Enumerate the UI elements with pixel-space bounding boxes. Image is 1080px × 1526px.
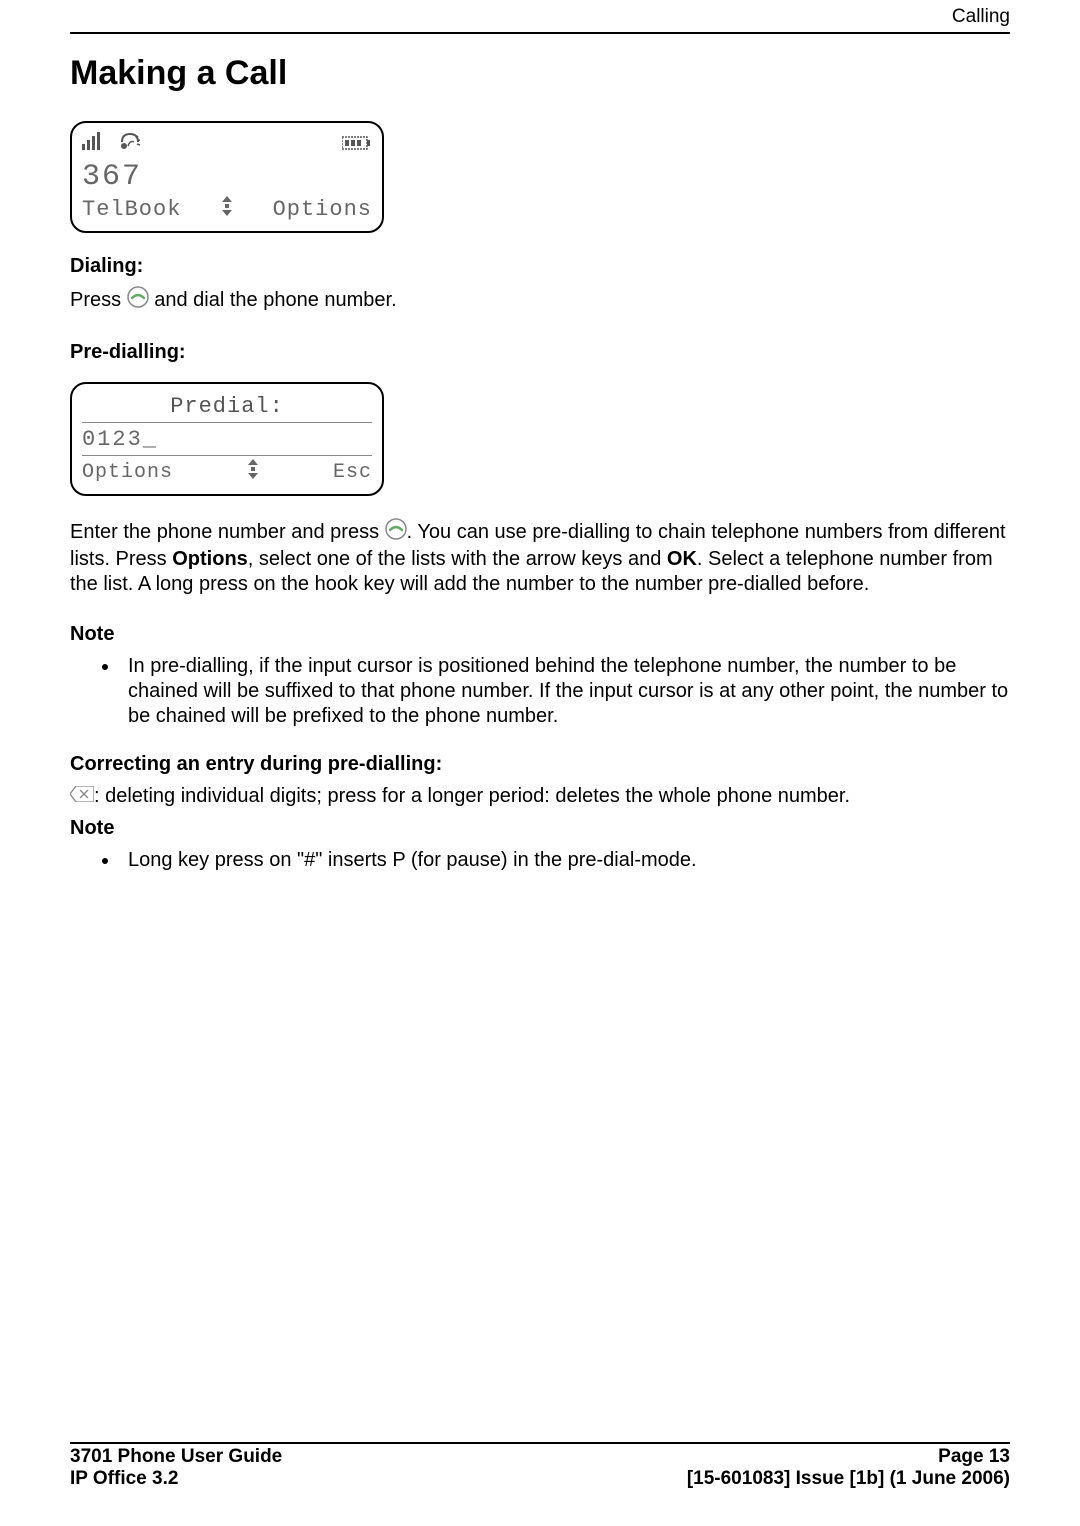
lcd-dialed-number: 367: [82, 160, 142, 194]
predial-paragraph: Enter the phone number and press . You c…: [70, 518, 1010, 597]
dialing-text: Press and dial the phone number.: [70, 286, 1010, 315]
delete-icon: [70, 784, 94, 809]
correcting-body: : deleting individual digits; press for …: [94, 785, 850, 807]
footer-right-2: [15-601083] Issue [1b] (1 June 2006): [687, 1468, 1010, 1490]
footer-row-1: 3701 Phone User Guide Page 13: [70, 1446, 1010, 1468]
lcd-predial-number-row: 0123_: [82, 423, 372, 455]
note-label-1: Note: [70, 623, 1010, 646]
note-bullet-1: In pre-dialling, if the input cursor is …: [120, 654, 1010, 729]
note-bullet-2: Long key press on "#" inserts P (for pau…: [120, 848, 1010, 873]
lcd-predial-left-softkey: Options: [82, 461, 173, 484]
footer-right-1: Page 13: [938, 1446, 1010, 1468]
lcd-screen-dialing: 367 TelBook Options: [70, 121, 384, 233]
arrows-icon: [246, 459, 260, 486]
page-title: Making a Call: [70, 54, 1010, 93]
lcd-right-softkey: Options: [273, 197, 372, 222]
battery-icon: [342, 133, 372, 158]
signal-icon: [82, 132, 104, 159]
lcd-predial-right-softkey: Esc: [333, 461, 372, 484]
footer-rule: [70, 1442, 1010, 1444]
lcd-number-row: 367: [82, 161, 372, 193]
dialing-label: Dialing:: [70, 255, 1010, 278]
hook-icon: [127, 286, 149, 315]
lcd-predial-title: Predial:: [82, 390, 372, 422]
note-label-2: Note: [70, 817, 1010, 840]
hook-icon: [385, 518, 407, 547]
footer-row-2: IP Office 3.2 [15-601083] Issue [1b] (1 …: [70, 1468, 1010, 1490]
predialling-label: Pre-dialling:: [70, 341, 1010, 364]
predial-text-before: Enter the phone number and press: [70, 521, 385, 543]
lcd-left-softkey: TelBook: [82, 197, 181, 222]
ear-icon: [118, 132, 142, 159]
lcd-predial-number: 0123_: [82, 427, 158, 452]
dialing-text-after: and dial the phone number.: [154, 289, 396, 311]
predial-options-bold: Options: [172, 548, 248, 570]
predial-ok-bold: OK: [667, 548, 697, 570]
correcting-text: : deleting individual digits; press for …: [70, 784, 1010, 809]
footer-left-1: 3701 Phone User Guide: [70, 1446, 282, 1468]
header-rule: [70, 32, 1010, 34]
note-list-1: In pre-dialling, if the input cursor is …: [120, 654, 1010, 729]
footer-left-2: IP Office 3.2: [70, 1468, 178, 1490]
lcd-softkey-row: TelBook Options: [82, 193, 372, 225]
arrows-icon: [220, 196, 234, 223]
lcd-status-bar: [82, 129, 372, 161]
lcd-predial-softkey-row: Options Esc: [82, 456, 372, 488]
page-footer: 3701 Phone User Guide Page 13 IP Office …: [70, 1442, 1010, 1490]
note-list-2: Long key press on "#" inserts P (for pau…: [120, 848, 1010, 873]
lcd-screen-predial: Predial: 0123_ Options Esc: [70, 382, 384, 496]
dialing-text-before: Press: [70, 289, 127, 311]
predial-text-mid: , select one of the lists with the arrow…: [248, 548, 667, 570]
chapter-label: Calling: [70, 6, 1010, 28]
correcting-label: Correcting an entry during pre-dialling:: [70, 753, 1010, 776]
